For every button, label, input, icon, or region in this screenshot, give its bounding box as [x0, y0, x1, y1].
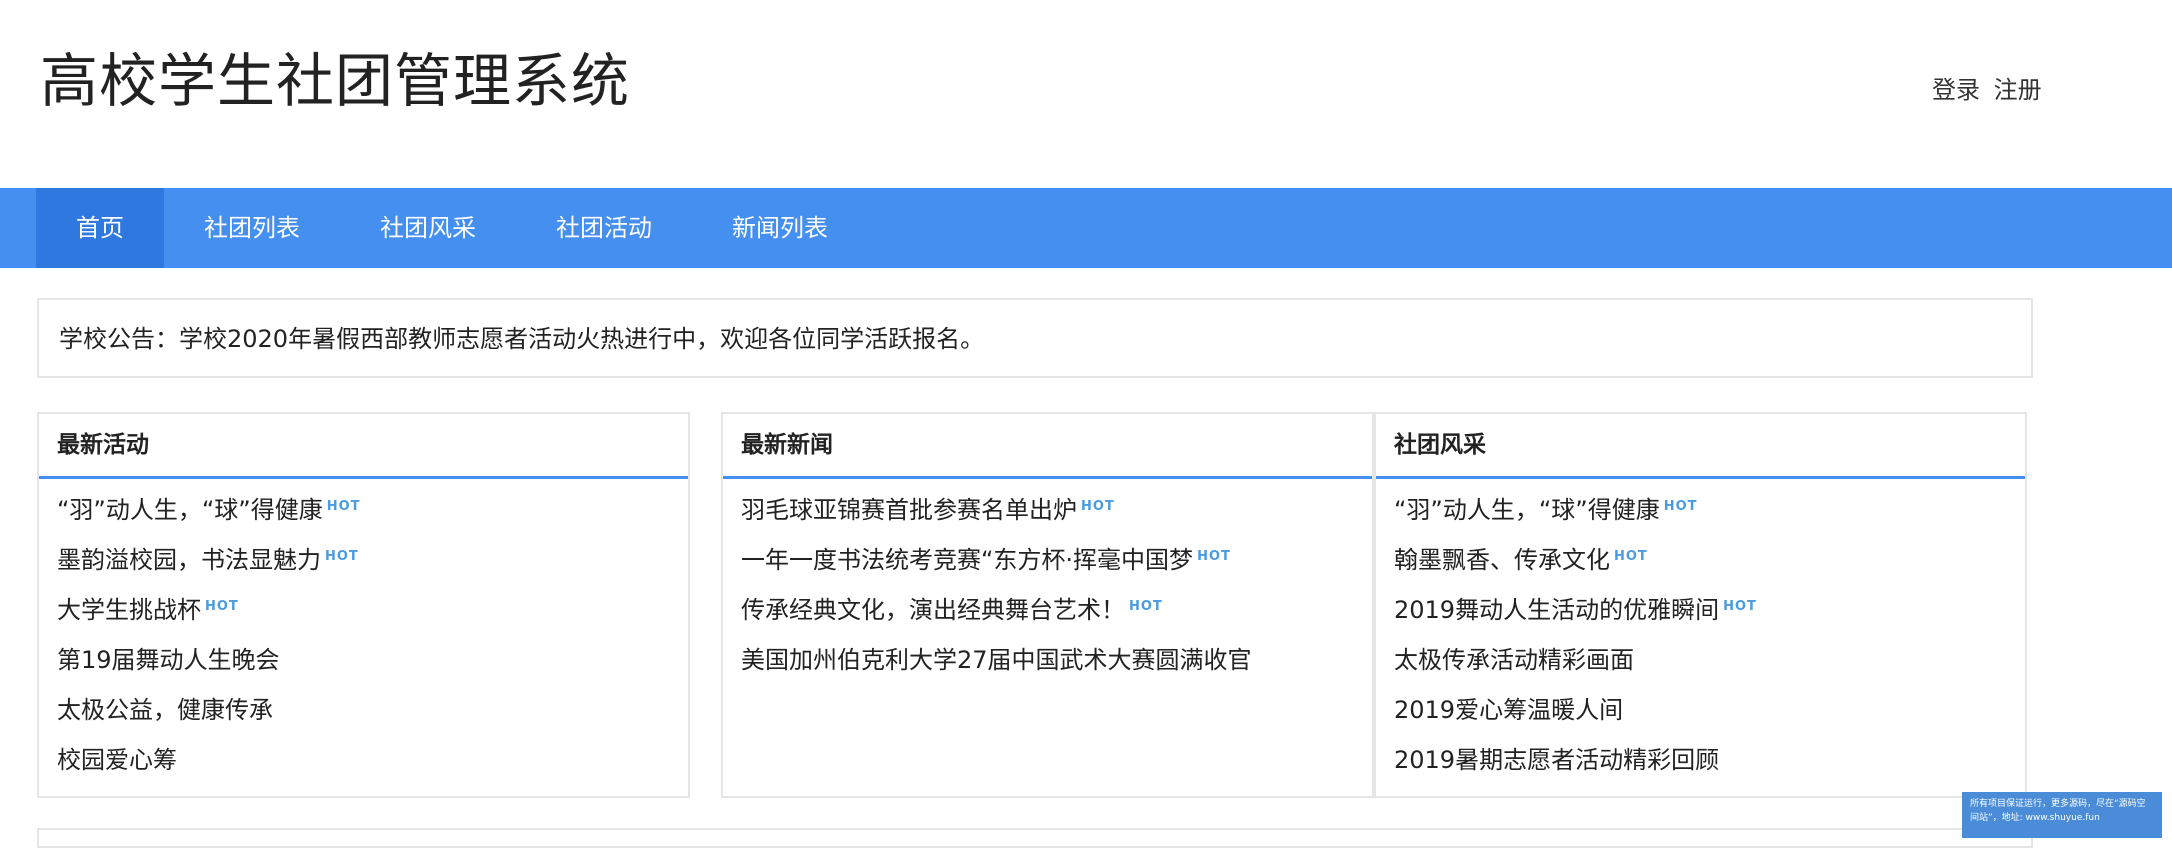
hot-badge: HOT: [1614, 549, 1648, 564]
auth-links: 登录 注册: [1932, 70, 2042, 105]
nav-club-activities[interactable]: 社团活动: [516, 188, 692, 268]
list-item[interactable]: 大学生挑战杯 HOT: [57, 585, 688, 635]
list-item[interactable]: 校园爱心筹: [57, 735, 688, 785]
list-item[interactable]: 第19届舞动人生晚会: [57, 635, 688, 685]
hot-badge: HOT: [1723, 599, 1757, 614]
hot-badge: HOT: [205, 599, 239, 614]
list-item[interactable]: 2019爱心筹温暖人间: [1394, 685, 2025, 735]
list-item[interactable]: 墨韵溢校园，书法显魅力 HOT: [57, 535, 688, 585]
hot-badge: HOT: [1663, 499, 1698, 514]
hot-badge: HOT: [1081, 499, 1115, 514]
list-item[interactable]: “羽”动人生，“球”得健康 HOT: [57, 485, 688, 535]
latest-activities-panel: 最新活动 “羽”动人生，“球”得健康 HOT 墨韵溢校园，书法显魅力 HOT 大学生…: [37, 412, 690, 798]
list-item[interactable]: 一年一度书法统考竞赛“东方杯·挥毫中国梦 HOT: [741, 535, 1372, 585]
panel-title: 最新新闻: [723, 414, 1372, 479]
nav-home[interactable]: 首页: [36, 188, 164, 268]
latest-news-panel: 最新新闻 羽毛球亚锦赛首批参赛名单出炉 HOT 一年一度书法统考竞赛“东方杯·挥毫…: [721, 412, 1374, 798]
notice-text: 学校公告：学校2020年暑假西部教师志愿者活动火热进行中，欢迎各位同学活跃报名。: [59, 325, 985, 353]
hot-badge: HOT: [326, 499, 361, 514]
nav-news-list[interactable]: 新闻列表: [692, 188, 868, 268]
login-link[interactable]: 登录: [1932, 76, 1980, 104]
site-title: 高校学生社团管理系统: [40, 47, 631, 115]
source-watermark: 所有项目保证运行，更多源码，尽在“源码空间站”，地址: www.shuyue.f…: [1962, 792, 2162, 838]
register-link[interactable]: 注册: [1994, 76, 2042, 104]
main-nav: 首页 社团列表 社团风采 社团活动 新闻列表: [0, 188, 2172, 268]
school-notice: 学校公告：学校2020年暑假西部教师志愿者活动火热进行中，欢迎各位同学活跃报名。: [37, 298, 2033, 378]
list-item[interactable]: 翰墨飘香、传承文化 HOT: [1394, 535, 2025, 585]
nav-club-list[interactable]: 社团列表: [164, 188, 340, 268]
next-section-box: [37, 828, 2033, 848]
list-item[interactable]: 美国加州伯克利大学27届中国武术大赛圆满收官: [741, 635, 1372, 685]
list-item[interactable]: 传承经典文化，演出经典舞台艺术！ HOT: [741, 585, 1372, 635]
list-item[interactable]: 太极传承活动精彩画面: [1394, 635, 2025, 685]
list-item[interactable]: 羽毛球亚锦赛首批参赛名单出炉 HOT: [741, 485, 1372, 535]
panel-title: 最新活动: [39, 414, 688, 479]
panel-title: 社团风采: [1376, 414, 2025, 479]
list-item[interactable]: 太极公益，健康传承: [57, 685, 688, 735]
club-style-panel: 社团风采 “羽”动人生，“球”得健康 HOT 翰墨飘香、传承文化 HOT 2019舞…: [1374, 412, 2027, 798]
hot-badge: HOT: [1197, 549, 1231, 564]
hot-badge: HOT: [325, 549, 359, 564]
nav-club-style[interactable]: 社团风采: [340, 188, 516, 268]
list-item[interactable]: “羽”动人生，“球”得健康 HOT: [1394, 485, 2025, 535]
list-item[interactable]: 2019暑期志愿者活动精彩回顾: [1394, 735, 2025, 785]
list-item[interactable]: 2019舞动人生活动的优雅瞬间 HOT: [1394, 585, 2025, 635]
hot-badge: HOT: [1129, 599, 1163, 614]
